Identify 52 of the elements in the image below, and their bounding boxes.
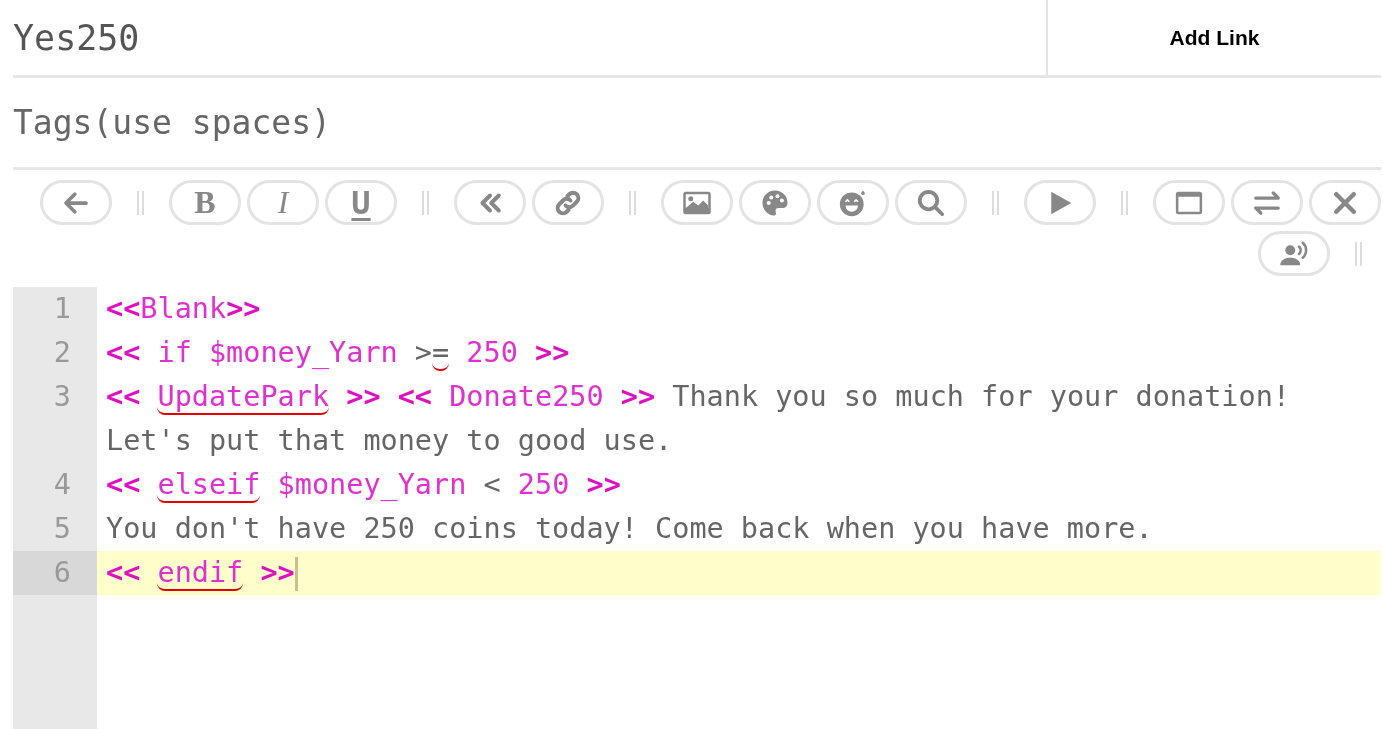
code-text: Let's put that money to good use. — [106, 424, 673, 457]
link-button[interactable] — [532, 180, 604, 225]
code-text: Thank you so much for your donation! — [672, 380, 1291, 413]
close-button[interactable] — [1309, 180, 1381, 225]
code-text: You don't have 250 coins today! Come back when you have more. — [106, 512, 1153, 545]
swap-button[interactable] — [1231, 180, 1303, 225]
voice-button[interactable] — [1258, 231, 1330, 276]
emoji-button[interactable] — [817, 180, 889, 225]
toolbar-separator — [1355, 241, 1362, 266]
search-icon — [916, 187, 946, 218]
line-number: 6 — [13, 551, 97, 595]
misspelled-code-text: UpdatePark — [157, 380, 330, 415]
code-text: << — [106, 292, 141, 325]
tags-field[interactable]: Tags(use spaces) — [13, 78, 1381, 170]
quote-button[interactable] — [454, 180, 526, 225]
bold-button[interactable]: B — [169, 180, 241, 225]
window-button[interactable] — [1153, 180, 1225, 225]
toolbar-separator — [137, 190, 144, 215]
code-text: >> — [259, 556, 295, 589]
code-text: << — [106, 556, 142, 589]
title-field[interactable]: Yes250 — [13, 0, 1046, 75]
play-button[interactable] — [1024, 180, 1096, 225]
image-button[interactable] — [661, 180, 733, 225]
code-text: >> << — [345, 380, 434, 413]
code-text: > — [413, 336, 433, 369]
underline-button[interactable]: U — [325, 180, 397, 225]
color-button[interactable] — [739, 180, 811, 225]
code-text: Donate250 — [449, 380, 604, 413]
toolbar-separator — [629, 190, 636, 215]
misspelled-code-text: endif — [157, 556, 244, 591]
code-text: 250 — [517, 468, 570, 501]
toolbar-separator — [992, 190, 999, 215]
code-text: >> — [585, 468, 621, 501]
toolbar-separator — [422, 190, 429, 215]
code-text: Blank — [140, 292, 227, 325]
misspelled-code-text: = — [432, 336, 450, 371]
code-text: $money_Yarn — [276, 468, 467, 501]
back-button[interactable] — [40, 180, 112, 225]
code-text: >> — [619, 380, 657, 413]
code-text: < — [482, 468, 502, 501]
search-button[interactable] — [895, 180, 967, 225]
code-text: << — [106, 380, 142, 413]
toolbar-separator — [1121, 190, 1128, 215]
code-text: << — [106, 336, 142, 369]
misspelled-code-text: elseif — [157, 468, 261, 503]
text-cursor — [294, 557, 298, 591]
italic-button[interactable]: I — [247, 180, 319, 225]
code-text: 250 — [465, 336, 518, 369]
code-text: >> — [226, 292, 261, 325]
code-text: if $money_Yarn — [157, 336, 398, 369]
code-text: >> — [534, 336, 570, 369]
code-text: << — [106, 468, 142, 501]
